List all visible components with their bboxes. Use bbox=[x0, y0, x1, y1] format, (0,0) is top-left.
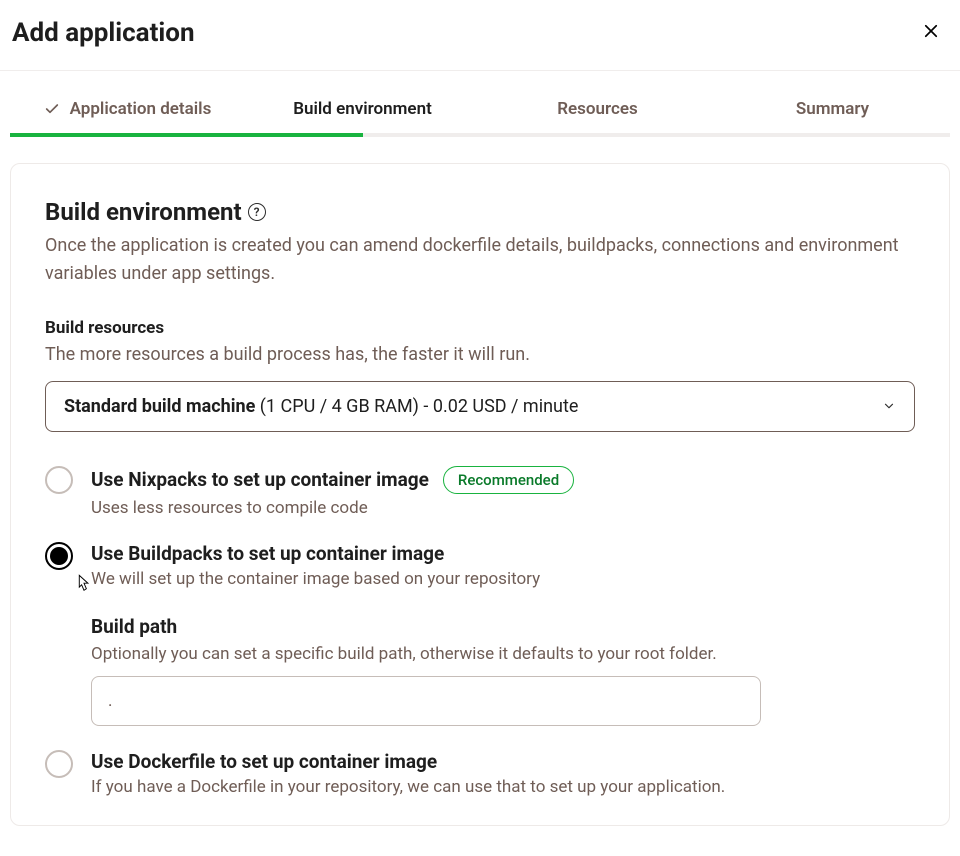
step-label: Resources bbox=[557, 99, 638, 119]
section-heading: Build environment ? bbox=[45, 198, 915, 226]
option-body: Use Dockerfile to set up container image… bbox=[91, 750, 915, 797]
step-label: Application details bbox=[70, 99, 212, 119]
help-icon[interactable]: ? bbox=[248, 203, 266, 221]
modal-header: Add application bbox=[0, 0, 960, 70]
modal-title: Add application bbox=[12, 18, 195, 48]
build-path-hint: Optionally you can set a specific build … bbox=[91, 644, 915, 664]
option-desc: Uses less resources to compile code bbox=[91, 498, 915, 518]
section-description: Once the application is created you can … bbox=[45, 232, 915, 288]
section-title: Build environment bbox=[45, 198, 242, 226]
build-machine-select[interactable]: Standard build machine (1 CPU / 4 GB RAM… bbox=[45, 381, 915, 432]
step-resources[interactable]: Resources bbox=[480, 99, 715, 133]
option-body: Use Nixpacks to set up container image R… bbox=[91, 466, 915, 518]
option-label: Use Buildpacks to set up container image bbox=[91, 542, 444, 565]
build-resources-hint: The more resources a build process has, … bbox=[45, 344, 915, 365]
build-resources-title: Build resources bbox=[45, 318, 915, 338]
option-label: Use Nixpacks to set up container image bbox=[91, 468, 429, 491]
close-icon bbox=[922, 22, 940, 40]
step-application-details[interactable]: Application details bbox=[10, 99, 245, 133]
option-body: Use Buildpacks to set up container image… bbox=[91, 542, 915, 726]
option-nixpacks[interactable]: Use Nixpacks to set up container image R… bbox=[45, 466, 915, 518]
radio-buildpacks[interactable] bbox=[45, 542, 73, 570]
progress-bar bbox=[10, 133, 950, 137]
option-label: Use Dockerfile to set up container image bbox=[91, 750, 437, 773]
build-path-title: Build path bbox=[91, 615, 915, 638]
option-buildpacks[interactable]: Use Buildpacks to set up container image… bbox=[45, 542, 915, 726]
option-desc: We will set up the container image based… bbox=[91, 569, 915, 589]
select-value-bold: Standard build machine bbox=[64, 396, 255, 417]
option-desc: If you have a Dockerfile in your reposit… bbox=[91, 777, 915, 797]
stepper: Application details Build environment Re… bbox=[0, 71, 960, 137]
step-label: Summary bbox=[796, 99, 869, 119]
build-path-section: Build path Optionally you can set a spec… bbox=[91, 615, 915, 726]
step-summary[interactable]: Summary bbox=[715, 99, 950, 133]
option-dockerfile[interactable]: Use Dockerfile to set up container image… bbox=[45, 750, 915, 797]
progress-fill bbox=[10, 133, 363, 137]
recommended-badge: Recommended bbox=[443, 466, 574, 494]
check-icon bbox=[44, 101, 60, 117]
build-path-input[interactable] bbox=[91, 676, 761, 726]
content-panel: Build environment ? Once the application… bbox=[10, 163, 950, 826]
close-button[interactable] bbox=[918, 18, 944, 47]
radio-nixpacks[interactable] bbox=[45, 466, 73, 494]
step-build-environment[interactable]: Build environment bbox=[245, 99, 480, 133]
select-value-rest: (1 CPU / 4 GB RAM) - 0.02 USD / minute bbox=[255, 396, 578, 417]
step-label: Build environment bbox=[293, 99, 432, 119]
chevron-down-icon bbox=[882, 399, 896, 413]
radio-dockerfile[interactable] bbox=[45, 750, 73, 778]
select-value: Standard build machine (1 CPU / 4 GB RAM… bbox=[64, 396, 578, 417]
